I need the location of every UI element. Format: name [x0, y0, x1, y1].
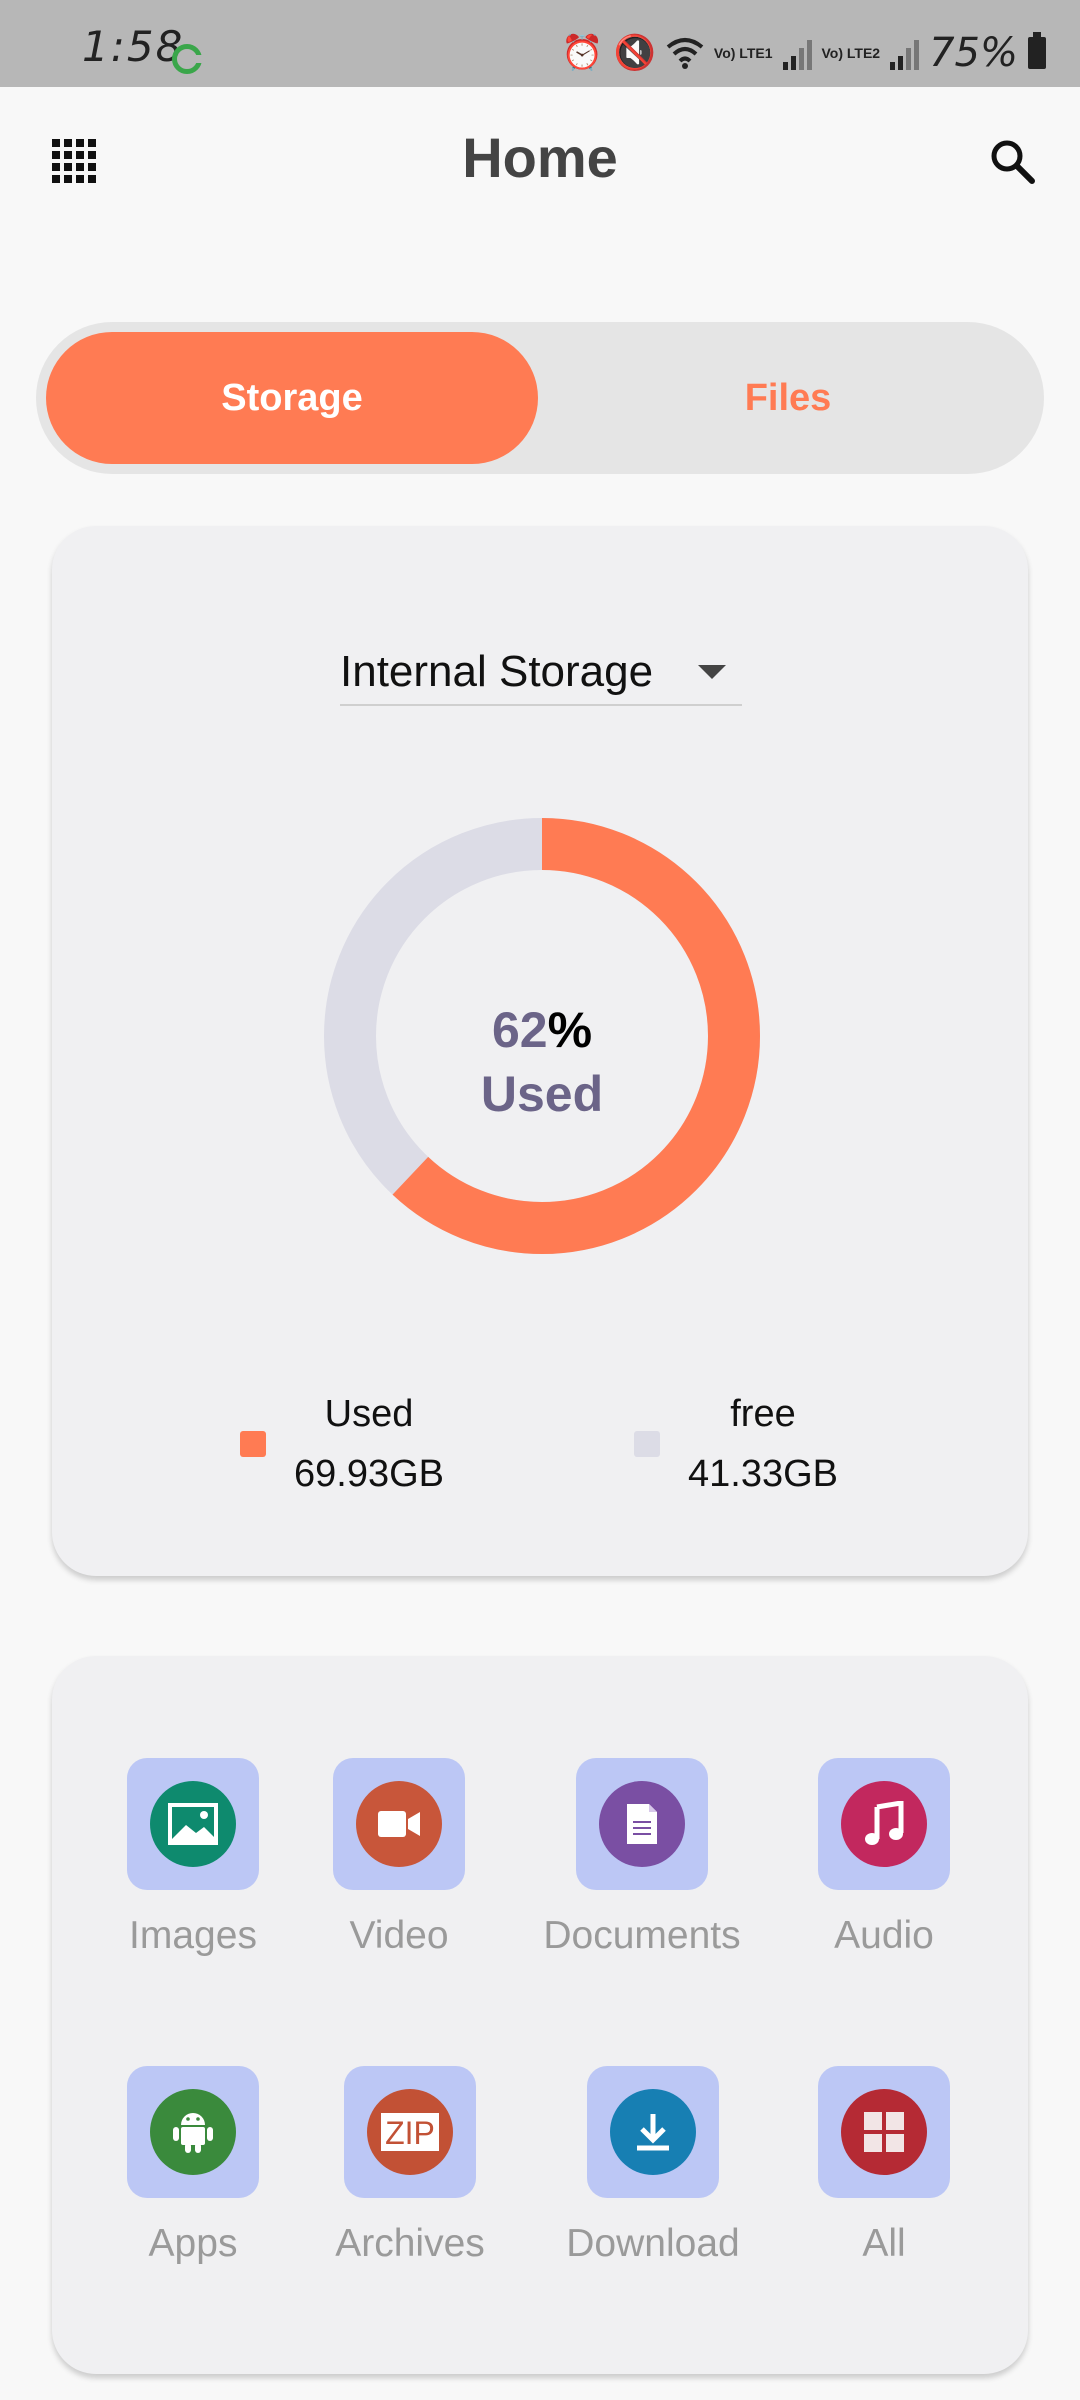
image-icon [150, 1781, 236, 1867]
legend-free-text: free 41.33GB [688, 1384, 838, 1504]
tab-storage[interactable]: Storage [46, 332, 538, 464]
app-header: Home [0, 87, 1080, 237]
used-percent: 62 [491, 1002, 548, 1058]
percent-row: 62% [322, 998, 762, 1062]
battery-icon [1028, 32, 1046, 69]
zip-icon: ZIP [367, 2089, 453, 2175]
download-icon [610, 2089, 696, 2175]
alarm-icon: ⏰ [561, 34, 604, 72]
mute-icon: 🔇 [613, 34, 656, 72]
signal-sim1-icon [782, 36, 812, 70]
storage-selector[interactable]: Internal Storage [340, 640, 742, 706]
storage-selector-value: Internal Storage [340, 647, 654, 696]
sim2-network-label: Vo) LTE2 [821, 45, 881, 61]
category-download[interactable]: Download [533, 2066, 773, 2266]
dropdown-arrow-icon [698, 665, 726, 679]
sync-icon [172, 44, 203, 74]
category-label: Archives [335, 2222, 485, 2265]
android-icon [150, 2089, 236, 2175]
category-label: Video [349, 1914, 449, 1957]
free-swatch [634, 1431, 660, 1457]
storage-files-toggle: Storage Files [36, 322, 1044, 474]
legend-free-value: 41.33GB [688, 1453, 838, 1495]
page-title: Home [462, 126, 618, 189]
video-camera-icon [356, 1781, 442, 1867]
document-icon [599, 1781, 685, 1867]
signal-sim2-icon [890, 36, 920, 70]
percent-sign: % [547, 1002, 593, 1058]
category-tile [333, 1758, 465, 1890]
category-tile [127, 1758, 259, 1890]
search-icon[interactable] [988, 137, 1036, 185]
category-video[interactable]: Video [279, 1758, 519, 1958]
category-tile [127, 2066, 259, 2198]
category-label: Download [566, 2222, 740, 2265]
legend-free-label: free [730, 1393, 796, 1435]
category-archives[interactable]: ZIP Archives [290, 2066, 530, 2266]
sim1-network-label: Vo) LTE1 [713, 45, 773, 61]
all-files-icon [841, 2089, 927, 2175]
used-caption: Used [480, 1066, 604, 1122]
category-label: All [862, 2222, 906, 2265]
tab-files[interactable]: Files [542, 332, 1034, 464]
legend-used-label: Used [324, 1393, 414, 1435]
status-icons: ⏰ 🔇 Vo) LTE1 Vo) LTE2 75% [561, 30, 1046, 76]
category-tile [818, 1758, 950, 1890]
music-note-icon [841, 1781, 927, 1867]
donut-center-label: 62% Used [322, 998, 762, 1126]
battery-percent: 75% [929, 30, 1018, 76]
category-tile [576, 1758, 708, 1890]
category-label: Documents [543, 1914, 741, 1957]
wifi-icon [666, 38, 704, 69]
storage-card: Internal Storage 62% Used Used 69.93GB f… [52, 526, 1028, 1576]
category-tile [587, 2066, 719, 2198]
category-tile [818, 2066, 950, 2198]
category-apps[interactable]: Apps [73, 2066, 313, 2266]
category-label: Apps [148, 2222, 238, 2265]
legend-used-text: Used 69.93GB [294, 1384, 444, 1504]
category-label: Images [129, 1914, 257, 1957]
categories-card: Images Video Documents Audio Apps ZIP Ar… [52, 1656, 1028, 2374]
category-all[interactable]: All [764, 2066, 1004, 2266]
status-time: 1:58 [82, 22, 185, 71]
legend-used-value: 69.93GB [294, 1453, 444, 1495]
svg-text:ZIP: ZIP [385, 2115, 435, 2151]
legend-free: free 41.33GB [634, 1384, 838, 1504]
category-images[interactable]: Images [73, 1758, 313, 1958]
category-documents[interactable]: Documents [522, 1758, 762, 1958]
category-audio[interactable]: Audio [764, 1758, 1004, 1958]
legend-used: Used 69.93GB [240, 1384, 444, 1504]
used-swatch [240, 1431, 266, 1457]
status-bar: 1:58 ⏰ 🔇 Vo) LTE1 Vo) LTE2 75% [0, 0, 1080, 87]
category-tile: ZIP [344, 2066, 476, 2198]
category-label: Audio [834, 1914, 934, 1957]
